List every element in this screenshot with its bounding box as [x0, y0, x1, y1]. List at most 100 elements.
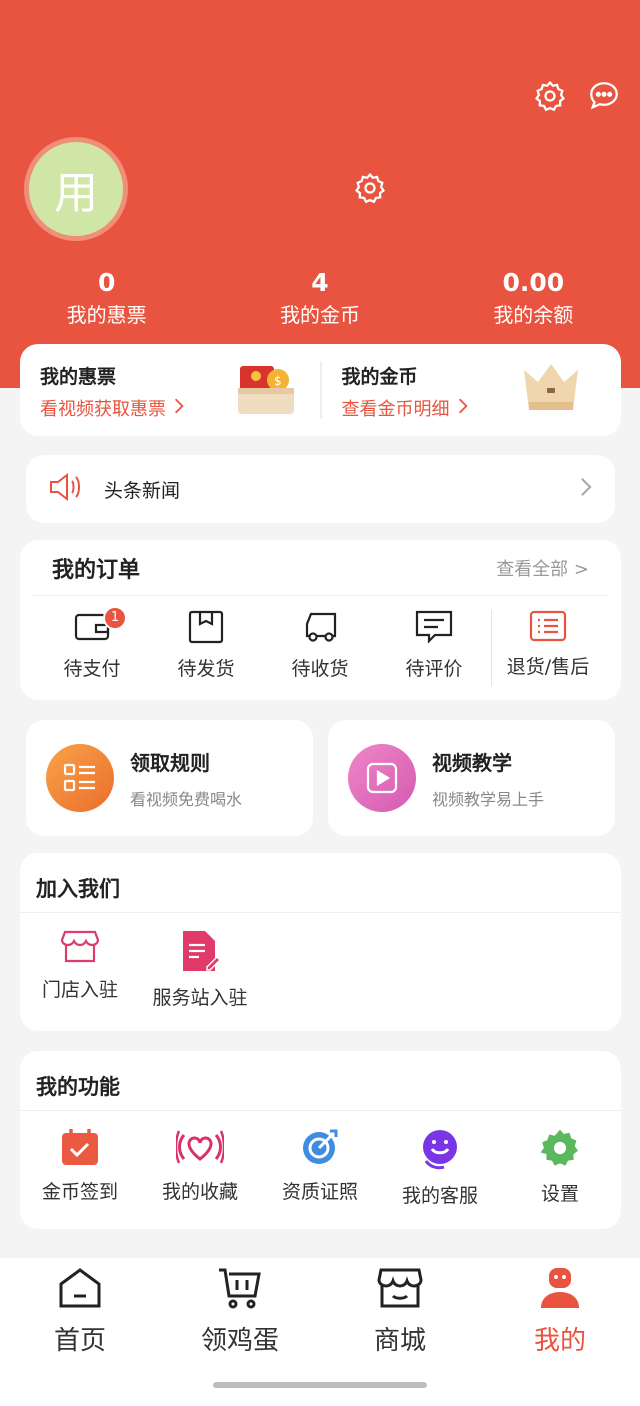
- store-join-button[interactable]: 门店入驻: [20, 929, 140, 1010]
- join-us-card: 加入我们 门店入驻 服务站入驻: [20, 853, 621, 1031]
- tab-label: 首页: [53, 1326, 106, 1356]
- store-icon: [60, 930, 100, 969]
- function-label: 金币签到: [41, 1181, 118, 1203]
- stat-label: 我的余额: [493, 303, 574, 327]
- favorites-button[interactable]: 我的收藏: [140, 1127, 260, 1208]
- tab-label: 我的: [533, 1326, 586, 1356]
- settings-function-button[interactable]: 设置: [500, 1127, 620, 1208]
- gear-icon: [353, 171, 387, 209]
- play-video-icon: [348, 744, 416, 812]
- rules-title: 领取规则: [130, 750, 210, 775]
- crown-icon: [520, 362, 582, 420]
- order-pending-review[interactable]: 待评价: [377, 610, 491, 686]
- stat-value: 0.00: [502, 268, 565, 297]
- order-label: 退货/售后: [506, 656, 590, 678]
- claim-rules-card[interactable]: 领取规则 看视频免费喝水: [26, 720, 313, 836]
- home-icon: [57, 1268, 103, 1314]
- document-edit-icon: [179, 931, 222, 977]
- coin-checkin-button[interactable]: 金币签到: [20, 1127, 140, 1208]
- order-label: 待发货: [177, 658, 235, 680]
- cart-icon: [217, 1268, 263, 1314]
- stat-value: 4: [311, 268, 329, 297]
- chat-bubble-icon: [587, 79, 621, 117]
- functions-row: 金币签到 我的收藏 资质证照 我的客服 设置: [20, 1111, 621, 1208]
- pending-payment-badge: 1: [103, 606, 127, 630]
- wallet-card: 我的惠票 看视频获取惠票 $ 我的金币 查看金币明细: [20, 344, 621, 436]
- coins-subtitle: 查看金币明细: [341, 399, 450, 420]
- rules-subtitle: 看视频免费喝水: [130, 789, 243, 809]
- order-label: 待收货: [291, 658, 349, 680]
- target-icon: [300, 1129, 340, 1171]
- view-all-orders-link[interactable]: 查看全部 >: [496, 555, 589, 581]
- news-label: 头条新闻: [104, 479, 181, 502]
- account-stats: 0 我的惠票 4 我的金币 0.00 我的余额: [0, 268, 640, 330]
- avatar[interactable]: 用: [24, 137, 128, 241]
- rules-text: 领取规则 看视频免费喝水: [130, 747, 242, 810]
- speaker-icon: [48, 471, 84, 507]
- stat-label: 我的金币: [279, 303, 360, 327]
- orders-title: 我的订单: [52, 557, 141, 583]
- video-tutorial-card[interactable]: 视频教学 视频教学易上手: [328, 720, 615, 836]
- store-join-label: 门店入驻: [41, 979, 118, 1001]
- video-subtitle: 视频教学易上手: [432, 789, 545, 809]
- tab-label: 领鸡蛋: [200, 1326, 279, 1356]
- order-pending-receipt[interactable]: 待收货: [263, 610, 377, 686]
- news-banner[interactable]: 头条新闻: [26, 455, 615, 523]
- heart-icon: [174, 1130, 226, 1171]
- red-envelope-icon: $: [236, 360, 296, 422]
- order-returns[interactable]: 退货/售后: [492, 610, 604, 686]
- wallet-icon: [74, 613, 110, 648]
- tab-label: 商城: [373, 1326, 426, 1356]
- tickets-entry[interactable]: 我的惠票 看视频获取惠票 $: [20, 344, 320, 436]
- orders-status-row: 1 待支付 待发货 待收货 待评价 退货/售后: [20, 596, 621, 686]
- user-icon: [537, 1268, 583, 1314]
- stat-tickets[interactable]: 0 我的惠票: [0, 268, 213, 330]
- truck-icon: [301, 612, 339, 648]
- stat-balance[interactable]: 0.00 我的余额: [427, 268, 640, 330]
- join-us-title: 加入我们: [20, 853, 621, 913]
- service-station-join-label: 服务站入驻: [152, 987, 248, 1009]
- order-label: 待支付: [63, 658, 121, 680]
- tickets-subtitle: 看视频获取惠票: [40, 399, 166, 420]
- functions-title: 我的功能: [20, 1051, 621, 1111]
- order-pending-payment[interactable]: 1 待支付: [35, 606, 149, 686]
- video-title: 视频教学: [432, 750, 512, 775]
- certificates-button[interactable]: 资质证照: [260, 1127, 380, 1208]
- tab-home[interactable]: 首页: [0, 1258, 160, 1406]
- avatar-initial: 用: [54, 168, 98, 219]
- stat-coins[interactable]: 4 我的金币: [213, 268, 426, 330]
- orders-header: 我的订单 查看全部 >: [32, 540, 609, 596]
- list-icon: [529, 610, 567, 646]
- settings-button[interactable]: [530, 78, 570, 118]
- function-label: 我的收藏: [161, 1181, 238, 1203]
- gear-icon: [539, 1129, 581, 1173]
- gear-icon: [533, 79, 567, 117]
- order-pending-shipment[interactable]: 待发货: [149, 610, 263, 686]
- orders-card: 我的订单 查看全部 > 1 待支付 待发货 待收货 待评价 退货/售后: [20, 540, 621, 700]
- function-label: 设置: [540, 1183, 579, 1205]
- chevron-right-icon: [579, 476, 593, 502]
- rules-icon: [46, 744, 114, 812]
- service-station-join-button[interactable]: 服务站入驻: [140, 929, 260, 1010]
- customer-service-button[interactable]: 我的客服: [380, 1127, 500, 1208]
- function-label: 我的客服: [401, 1185, 478, 1207]
- tab-mine[interactable]: 我的: [480, 1258, 640, 1406]
- profile-settings-button[interactable]: [350, 170, 390, 210]
- stat-value: 0: [97, 268, 116, 297]
- functions-card: 我的功能 金币签到 我的收藏 资质证照 我的客服 设置: [20, 1051, 621, 1229]
- message-button[interactable]: [584, 78, 624, 118]
- chevron-right-icon: [456, 397, 470, 420]
- chevron-right-icon: [172, 397, 186, 420]
- shop-icon: [377, 1268, 423, 1314]
- support-icon: [418, 1130, 462, 1175]
- function-label: 资质证照: [281, 1181, 358, 1203]
- coins-entry[interactable]: 我的金币 查看金币明细: [322, 344, 622, 436]
- order-label: 待评价: [405, 658, 463, 680]
- calendar-check-icon: [60, 1129, 100, 1171]
- package-icon: [188, 610, 224, 648]
- comment-icon: [415, 610, 453, 648]
- home-indicator: [213, 1382, 427, 1388]
- join-us-row: 门店入驻 服务站入驻: [20, 913, 621, 1010]
- video-text: 视频教学 视频教学易上手: [432, 747, 544, 810]
- svg-text:$: $: [274, 374, 282, 388]
